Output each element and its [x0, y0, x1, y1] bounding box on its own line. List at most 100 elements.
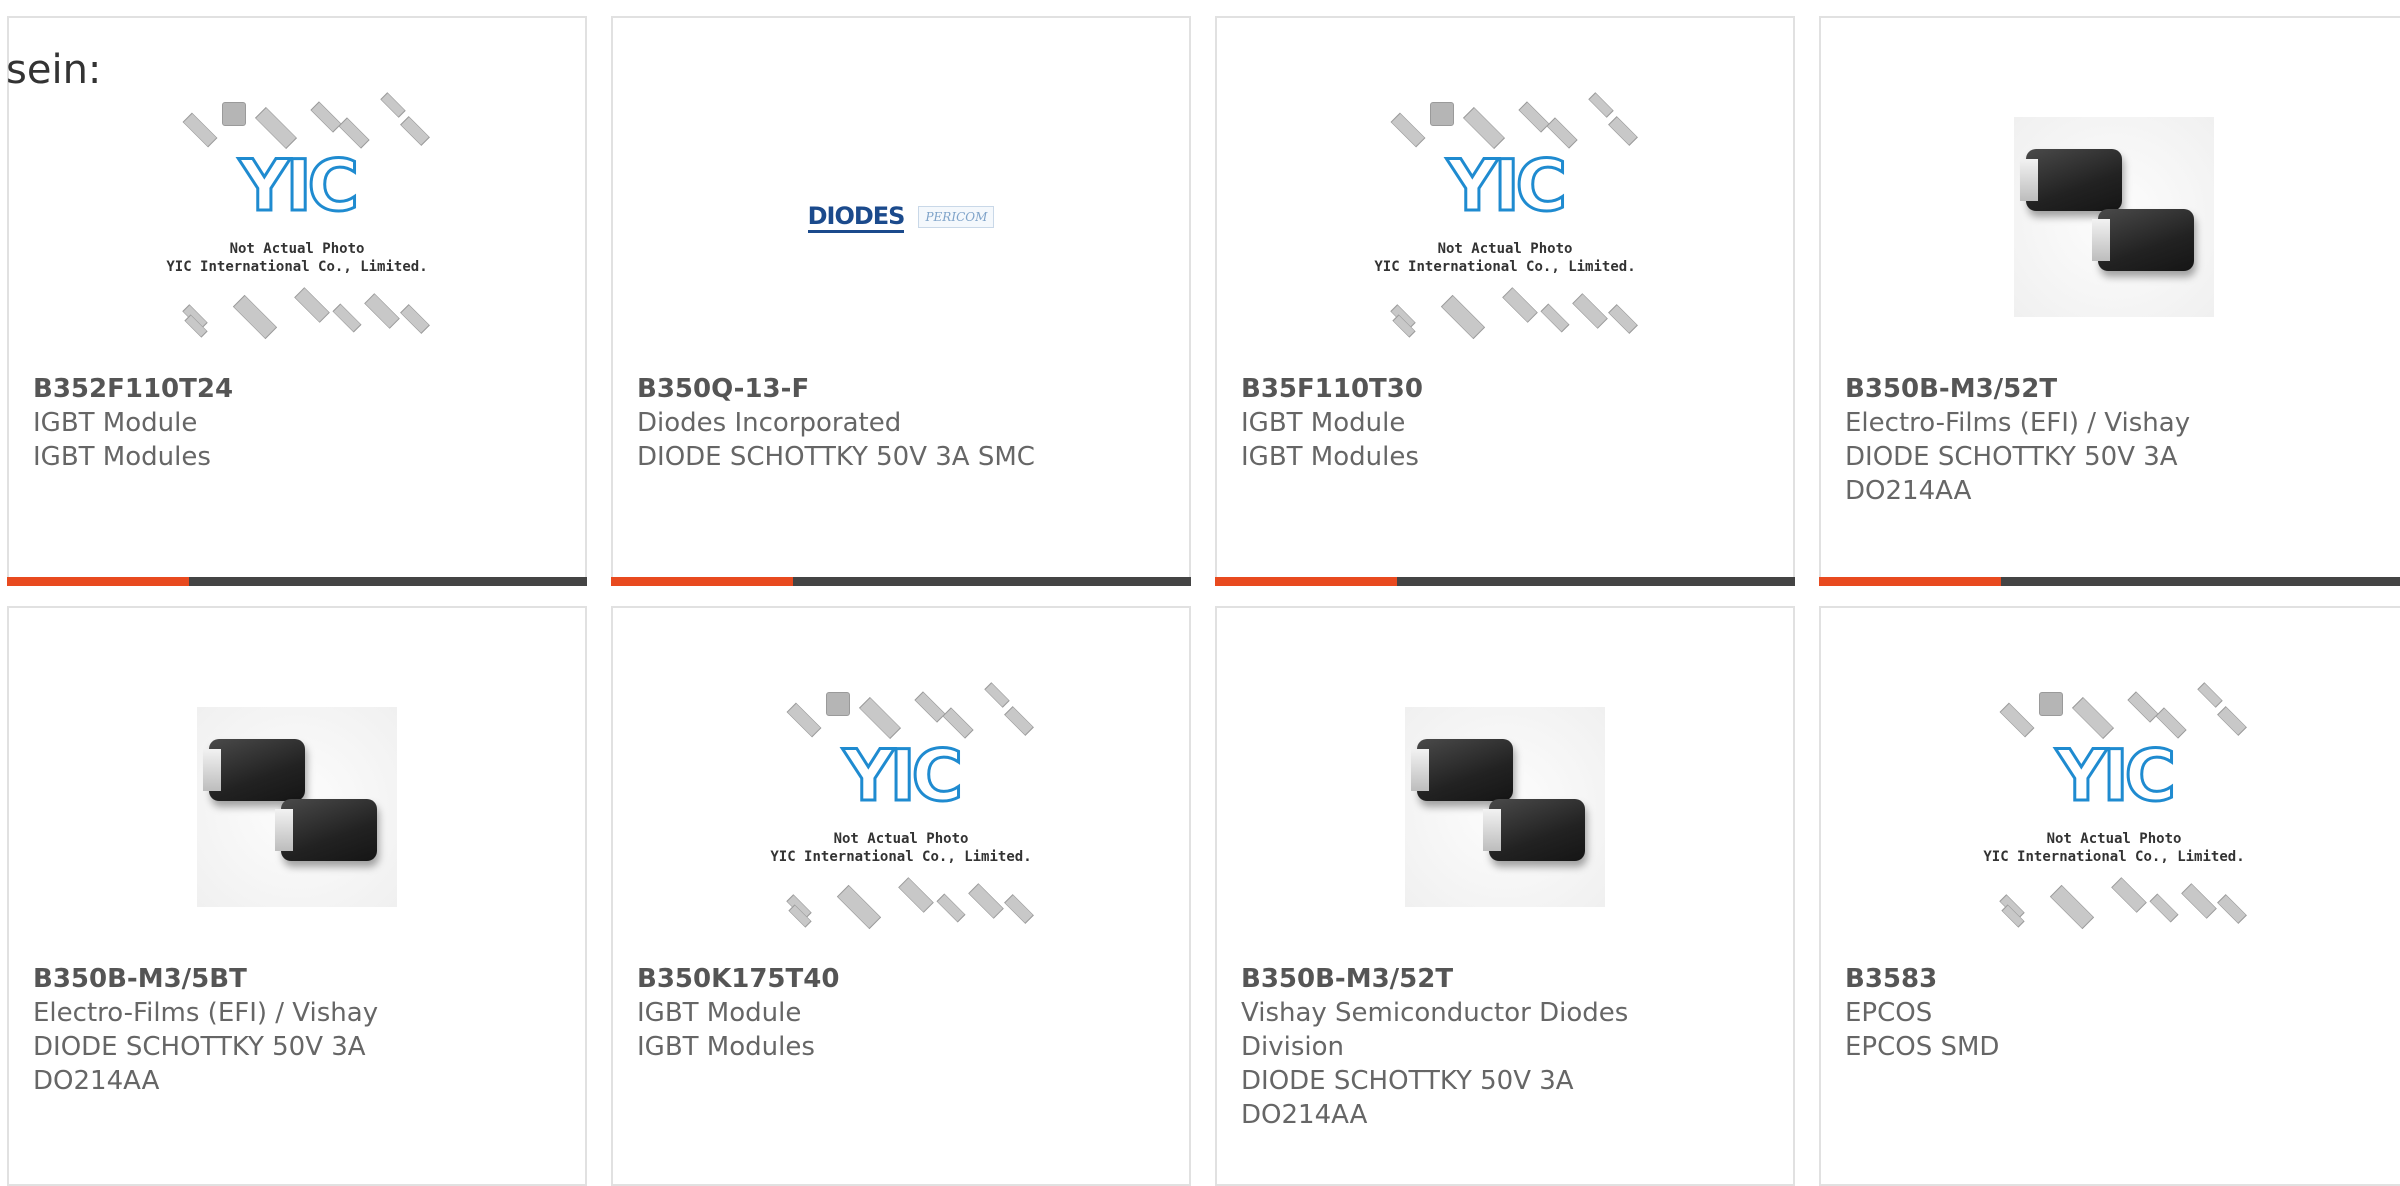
product-info: B350B-M3/52T Vishay Semiconductor Diodes D… — [1241, 962, 1773, 1132]
product-detail-line: IGBT Modules — [1241, 442, 1419, 472]
yic-logo: YIC — [2054, 735, 2177, 817]
chip-graphic — [2071, 696, 2115, 740]
chip-graphic — [1502, 287, 1538, 323]
chip-graphic — [1608, 304, 1638, 334]
caption-line: Not Actual Photo — [229, 241, 365, 257]
part-number[interactable]: B350B-M3/5BT — [33, 962, 565, 996]
chip-graphic — [968, 883, 1004, 919]
product-info: B350B-M3/52T Electro-Films (EFI) / Vishay… — [1845, 372, 2387, 508]
product-detail-line: Electro-Films (EFI) / Vishay — [1845, 408, 2191, 438]
product-detail-line: DO214AA — [1241, 1100, 1368, 1130]
card-accent-bar — [1819, 577, 2001, 586]
card-bottom-bar — [611, 577, 1191, 586]
chip-graphic — [2111, 877, 2147, 913]
product-image[interactable] — [9, 662, 585, 952]
pericom-brand-text: PERICOM — [918, 206, 995, 228]
chip-graphic — [942, 707, 974, 739]
chip-graphic — [836, 884, 882, 930]
product-detail-line: Diodes Incorporated — [637, 408, 902, 438]
part-number[interactable]: B350K175T40 — [637, 962, 1169, 996]
product-detail-line: DIODE SCHOTTKY 50V 3A — [1241, 1066, 1574, 1096]
chip-graphic — [380, 92, 406, 118]
caption-line: Not Actual Photo — [2046, 831, 2182, 847]
chip-graphic — [2049, 884, 2095, 930]
product-card[interactable]: DIODES PERICOM B350Q-13-F Diodes Incorporat… — [611, 16, 1191, 586]
chip-graphic — [1608, 116, 1638, 146]
smc-package-photo — [2014, 117, 2214, 317]
product-detail-line: DO214AA — [1845, 476, 1972, 506]
product-detail-line: IGBT Module — [33, 408, 198, 438]
diodes-brand-text: DIODES — [807, 202, 905, 233]
product-card[interactable]: YIC Not Actual Photo YIC International Co.… — [1215, 16, 1795, 586]
product-image[interactable]: DIODES PERICOM — [613, 72, 1189, 362]
part-number[interactable]: B350Q-13-F — [637, 372, 1169, 406]
smc-package-photo — [197, 707, 397, 907]
chip-graphic — [1430, 102, 1454, 126]
placeholder-caption: Not Actual Photo YIC International Co., L… — [1979, 830, 2249, 866]
diode-package — [2092, 209, 2194, 271]
product-image[interactable]: YIC Not Actual Photo YIC International Co.… — [1217, 72, 1793, 362]
chip-graphic — [222, 102, 246, 126]
chip-graphic — [1546, 117, 1578, 149]
yic-logo: YIC — [1445, 145, 1568, 227]
caption-line: YIC International Co., Limited. — [166, 259, 428, 275]
product-info: B350B-M3/5BT Electro-Films (EFI) / Vishay… — [33, 962, 565, 1098]
part-number[interactable]: B3583 — [1845, 962, 2387, 996]
diodes-pericom-logo: DIODES PERICOM — [807, 202, 995, 233]
part-number[interactable]: B352F110T24 — [33, 372, 565, 406]
card-bottom-bar — [1215, 577, 1795, 586]
chip-graphic — [400, 116, 430, 146]
chip-graphic — [2181, 883, 2217, 919]
part-number[interactable]: B350B-M3/52T — [1241, 962, 1773, 996]
chip-graphic — [1004, 894, 1034, 924]
diode-package — [1483, 799, 1585, 861]
diode-package — [1411, 739, 1513, 801]
product-card[interactable]: YIC Not Actual Photo YIC International Co.… — [611, 606, 1191, 1186]
product-image[interactable] — [1217, 662, 1793, 952]
chip-graphic — [1518, 101, 1550, 133]
product-detail-line: DIODE SCHOTTKY 50V 3A — [33, 1032, 366, 1062]
product-card[interactable]: B350B-M3/52T Vishay Semiconductor Diodes D… — [1215, 606, 1795, 1186]
card-accent-bar — [7, 577, 189, 586]
product-image[interactable]: YIC Not Actual Photo YIC International Co.… — [613, 662, 1189, 952]
chip-graphic — [338, 117, 370, 149]
product-image-placeholder: YIC Not Actual Photo YIC International Co.… — [1979, 682, 2249, 932]
yic-logo: YIC — [841, 735, 964, 817]
product-detail-line: IGBT Module — [637, 998, 802, 1028]
product-detail-line: DIODE SCHOTTKY 50V 3A — [1845, 442, 2178, 472]
product-image[interactable] — [1821, 72, 2400, 362]
chip-graphic — [2039, 692, 2063, 716]
chip-graphic — [1540, 303, 1570, 333]
card-accent-bar — [611, 577, 793, 586]
product-card[interactable]: YIC Not Actual Photo YIC International Co.… — [1819, 606, 2400, 1186]
chip-graphic — [2217, 894, 2247, 924]
product-card[interactable]: B350B-M3/5BT Electro-Films (EFI) / Vishay… — [7, 606, 587, 1186]
part-number[interactable]: B35F110T30 — [1241, 372, 1773, 406]
product-card[interactable]: B350B-M3/52T Electro-Films (EFI) / Vishay… — [1819, 16, 2400, 586]
product-info: B350K175T40 IGBT Module IGBT Modules — [637, 962, 1169, 1064]
product-detail-line: Vishay Semiconductor Diodes — [1241, 998, 1629, 1028]
product-detail-line: DO214AA — [33, 1066, 160, 1096]
chip-graphic — [1588, 92, 1614, 118]
chip-graphic — [364, 293, 400, 329]
card-bottom-bar — [1819, 577, 2400, 586]
chip-graphic — [400, 304, 430, 334]
product-image[interactable]: YIC Not Actual Photo YIC International Co.… — [1821, 662, 2400, 952]
chip-graphic — [898, 877, 934, 913]
product-info: B3583 EPCOS EPCOS SMD — [1845, 962, 2387, 1064]
product-card[interactable]: YIC Not Actual Photo YIC International Co.… — [7, 16, 587, 586]
product-detail-line: EPCOS SMD — [1845, 1032, 2000, 1062]
chip-graphic — [2197, 682, 2223, 708]
placeholder-caption: Not Actual Photo YIC International Co., L… — [766, 830, 1036, 866]
caption-line: YIC International Co., Limited. — [1374, 259, 1636, 275]
product-detail-line: EPCOS — [1845, 998, 1933, 1028]
chip-graphic — [1572, 293, 1608, 329]
product-image[interactable]: YIC Not Actual Photo YIC International Co.… — [9, 72, 585, 362]
product-detail-line: DIODE SCHOTTKY 50V 3A SMC — [637, 442, 1035, 472]
card-bottom-bar — [7, 577, 587, 586]
chip-graphic — [858, 696, 902, 740]
chip-graphic — [1462, 106, 1506, 150]
part-number[interactable]: B350B-M3/52T — [1845, 372, 2387, 406]
diode-package — [275, 799, 377, 861]
product-detail-line: IGBT Modules — [33, 442, 211, 472]
